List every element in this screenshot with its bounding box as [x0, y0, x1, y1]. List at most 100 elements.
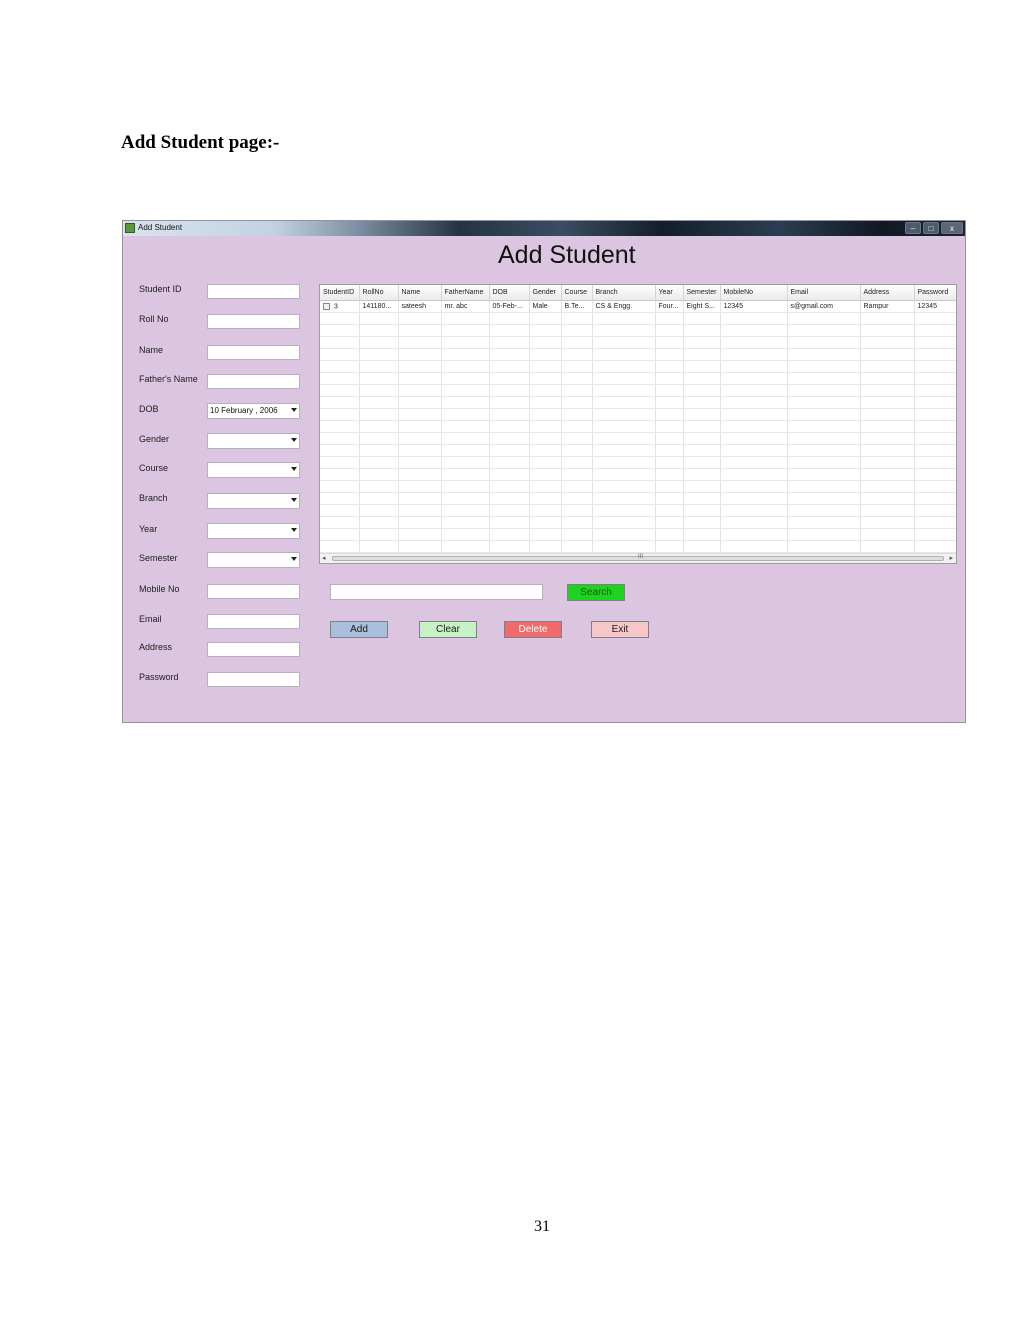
table-cell: 12345 [914, 300, 956, 313]
column-header[interactable]: Password [914, 285, 956, 301]
table-cell [592, 312, 656, 325]
semester-select[interactable] [207, 552, 300, 568]
course-select[interactable] [207, 462, 300, 478]
column-header[interactable]: MobileNo [720, 285, 788, 301]
dob-date-picker[interactable]: 10 February , 2006 [207, 403, 300, 419]
column-header[interactable]: Year [655, 285, 684, 301]
email-input[interactable] [207, 614, 300, 629]
table-cell [860, 528, 915, 541]
delete-button[interactable]: Delete [504, 621, 562, 638]
table-cell [529, 384, 562, 397]
table-cell [359, 480, 399, 493]
table-cell [489, 492, 530, 505]
table-cell [359, 348, 399, 361]
table-cell [529, 444, 562, 457]
table-cell: s@gmail.com [787, 300, 861, 313]
column-header[interactable]: Email [787, 285, 861, 301]
table-row [320, 372, 956, 385]
roll-no-input[interactable] [207, 314, 300, 329]
scroll-left-icon[interactable]: ◂ [322, 554, 326, 563]
table-cell [359, 312, 399, 325]
maximize-button[interactable]: □ [923, 222, 939, 234]
year-select[interactable] [207, 523, 300, 539]
column-header[interactable]: Semester [683, 285, 721, 301]
table-cell [359, 468, 399, 481]
column-header[interactable]: Name [398, 285, 442, 301]
label-name: Name [139, 345, 164, 355]
table-cell [529, 456, 562, 469]
title-bar: Add Student – □ x [123, 221, 965, 236]
scroll-right-icon[interactable]: ▸ [949, 554, 953, 563]
table-cell [359, 396, 399, 409]
table-cell [655, 372, 684, 385]
table-cell [441, 456, 490, 469]
table-cell [720, 528, 788, 541]
table-cell [398, 336, 442, 349]
table-cell [359, 540, 399, 553]
table-row [320, 420, 956, 433]
mobile-no-input[interactable] [207, 584, 300, 599]
table-cell [914, 348, 956, 361]
column-header[interactable]: FatherName [441, 285, 490, 301]
table-cell [561, 336, 593, 349]
table-cell [914, 516, 956, 529]
table-cell [655, 480, 684, 493]
column-header[interactable]: DOB [489, 285, 530, 301]
table-cell [359, 360, 399, 373]
close-button[interactable]: x [941, 222, 963, 234]
table-cell [655, 360, 684, 373]
minimize-button[interactable]: – [905, 222, 921, 234]
table-cell [489, 540, 530, 553]
exit-button[interactable]: Exit [591, 621, 649, 638]
table-cell [489, 384, 530, 397]
table-cell [914, 312, 956, 325]
table-cell [787, 312, 861, 325]
table-cell: 12345 [720, 300, 788, 313]
table-cell [655, 504, 684, 517]
row-checkbox[interactable] [323, 302, 330, 310]
table-cell [683, 348, 721, 361]
column-header[interactable]: Gender [529, 285, 562, 301]
fathers-name-input[interactable] [207, 374, 300, 389]
table-cell [320, 492, 360, 505]
table-cell [320, 372, 360, 385]
password-input[interactable] [207, 672, 300, 687]
column-header[interactable]: RollNo [359, 285, 399, 301]
branch-select[interactable] [207, 493, 300, 509]
students-data-grid[interactable]: StudentID RollNo Name FatherName DOB Gender Co… [319, 284, 957, 564]
cell-value: 3 [334, 303, 338, 311]
table-cell [655, 456, 684, 469]
student-id-input[interactable] [207, 284, 300, 299]
column-header[interactable]: StudentID [320, 285, 360, 301]
table-cell [561, 384, 593, 397]
table-cell [441, 540, 490, 553]
table-cell [914, 408, 956, 421]
horizontal-scrollbar[interactable]: ◂ III ▸ [320, 553, 956, 563]
table-cell [720, 360, 788, 373]
column-header[interactable]: Branch [592, 285, 656, 301]
table-cell [683, 324, 721, 337]
chevron-down-icon [291, 408, 297, 412]
table-cell [683, 444, 721, 457]
table-cell [655, 384, 684, 397]
chevron-down-icon [291, 528, 297, 532]
table-cell [398, 456, 442, 469]
table-cell [683, 408, 721, 421]
table-cell [860, 360, 915, 373]
scroll-thumb[interactable]: III [332, 554, 944, 561]
address-input[interactable] [207, 642, 300, 657]
column-header[interactable]: Address [860, 285, 915, 301]
add-button[interactable]: Add [330, 621, 388, 638]
table-row[interactable]: 3 141180... sateesh mr. abc 05-Feb-... Male B.… [320, 300, 956, 313]
table-cell [683, 336, 721, 349]
table-cell [398, 312, 442, 325]
clear-button[interactable]: Clear [419, 621, 477, 638]
table-cell [489, 504, 530, 517]
search-input[interactable] [330, 584, 543, 600]
name-input[interactable] [207, 345, 300, 360]
search-button[interactable]: Search [567, 584, 625, 601]
column-header[interactable]: Course [561, 285, 593, 301]
table-cell [720, 420, 788, 433]
gender-select[interactable] [207, 433, 300, 449]
table-cell [441, 312, 490, 325]
